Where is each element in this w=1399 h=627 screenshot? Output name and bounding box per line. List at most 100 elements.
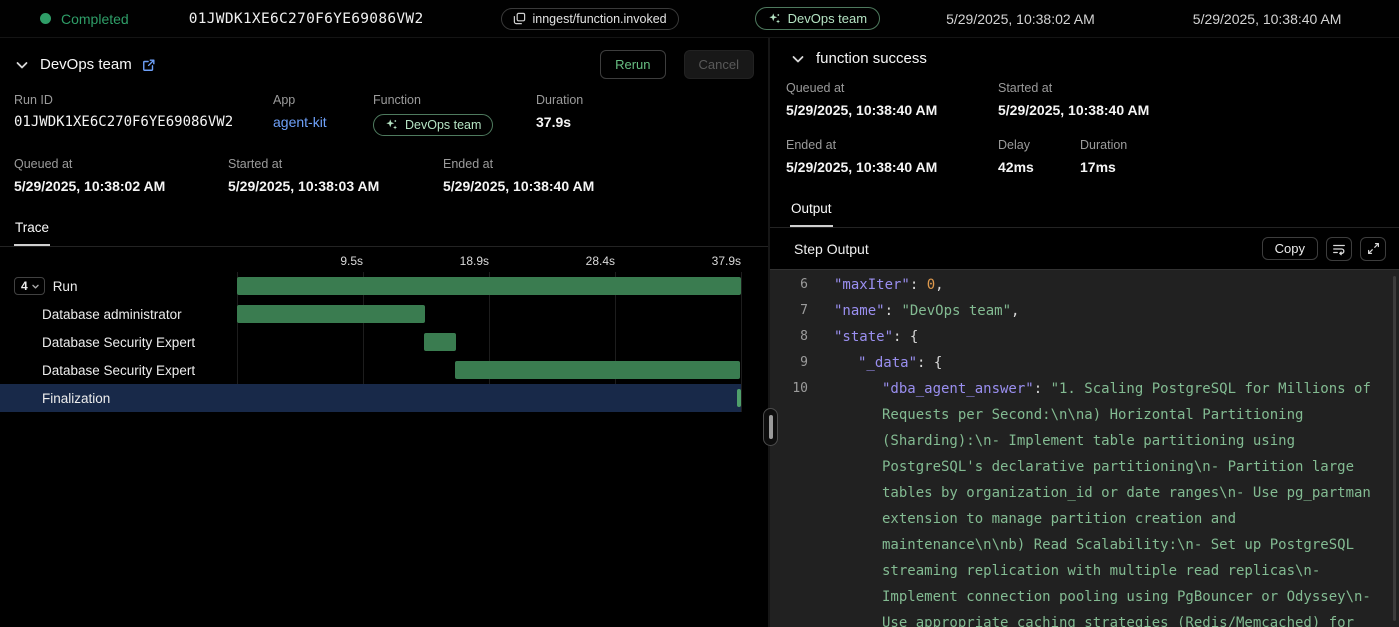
expand-icon[interactable] (1360, 237, 1386, 261)
ended-at-label: Ended at (443, 157, 594, 171)
trace-row-chart (237, 356, 741, 384)
ended-at-field: Ended at 5/29/2025, 10:38:40 AM (443, 157, 594, 194)
code-line: 8 "state": { (770, 324, 1399, 350)
trace-row[interactable]: Database administrator (0, 300, 741, 328)
code-token-p: : { (893, 329, 918, 345)
line-number: 9 (770, 350, 808, 376)
left-tabs: Trace (0, 216, 768, 247)
code-token-p: : (910, 277, 927, 293)
app-field: App agent-kit (273, 93, 373, 137)
trace-row-label: Database Security Expert (42, 363, 195, 378)
sparkles-icon (768, 12, 782, 26)
axis-tick-label: 28.4s (586, 254, 615, 268)
main-split: DevOps team Rerun Cancel Run ID 01JWDK1X… (0, 38, 1399, 627)
step-queued-at-value: 5/29/2025, 10:38:40 AM (786, 102, 998, 118)
code-token-num: 0 (927, 277, 935, 293)
axis-tick-label: 9.5s (340, 254, 363, 268)
queued-at-field: Queued at 5/29/2025, 10:38:02 AM (14, 157, 228, 194)
app-link[interactable]: agent-kit (273, 114, 327, 130)
code-token-p: : { (917, 355, 942, 371)
trace-row-gutter: Database Security Expert (0, 335, 237, 350)
rerun-button[interactable]: Rerun (600, 50, 665, 79)
code-token-key: "dba_agent_answer" (882, 381, 1034, 397)
tab-trace[interactable]: Trace (14, 216, 50, 246)
function-badge-top[interactable]: DevOps team (755, 7, 880, 30)
panel-resize-grip (769, 415, 773, 439)
code-lines: 6"maxIter": 0,7"name": "DevOps team",8"s… (770, 272, 1399, 627)
line-number: 8 (770, 324, 808, 350)
chevron-down-icon[interactable] (14, 57, 30, 73)
function-label: Function (373, 93, 536, 107)
app-label: App (273, 93, 373, 107)
step-ended-at-label: Ended at (786, 138, 998, 152)
cancel-button[interactable]: Cancel (684, 50, 754, 79)
trace-row-label: Run (53, 279, 78, 294)
panel-resize-handle[interactable] (763, 408, 778, 446)
step-output-code[interactable]: 6"maxIter": 0,7"name": "DevOps team",8"s… (770, 269, 1399, 627)
code-line: 6 "maxIter": 0, (770, 272, 1399, 298)
trace-row-label: Database administrator (42, 307, 182, 322)
trace-row-gutter: Database administrator (0, 307, 237, 322)
code-token-key: "state" (834, 329, 893, 345)
line-number: 6 (770, 272, 808, 298)
axis-tick-label: 37.9s (712, 254, 741, 268)
word-wrap-icon[interactable] (1326, 237, 1352, 261)
status-text: Completed (61, 11, 129, 27)
trace-row-chart (237, 300, 741, 328)
code-token-str: "DevOps team" (901, 303, 1011, 319)
trace-row-gutter: Database Security Expert (0, 363, 237, 378)
trace-row[interactable]: Database Security Expert (0, 356, 741, 384)
started-at-value: 5/29/2025, 10:38:03 AM (228, 178, 443, 194)
child-count-badge[interactable]: 4 (14, 277, 45, 295)
trace-row[interactable]: 4 Run (0, 272, 741, 300)
step-output-title: Step Output (794, 241, 869, 257)
function-badge-detail-label: DevOps team (405, 118, 481, 132)
right-panel-header: function success (770, 38, 1399, 77)
run-trace-panel: DevOps team Rerun Cancel Run ID 01JWDK1X… (0, 38, 770, 627)
trace-row[interactable]: Database Security Expert (0, 328, 741, 356)
code-token-p: : (885, 303, 902, 319)
step-detail-panel: function success Queued at 5/29/2025, 10… (770, 38, 1399, 627)
top-run-id: 01JWDK1XE6C270F6YE69086VW2 (189, 11, 424, 27)
trace-span-bar[interactable] (424, 333, 456, 351)
code-token-p: , (935, 277, 943, 293)
started-at-field: Started at 5/29/2025, 10:38:03 AM (228, 157, 443, 194)
trace-span-bar[interactable] (237, 305, 425, 323)
trace-axis: 9.5s 18.9s 28.4s 37.9s (237, 247, 741, 272)
chevron-down-icon[interactable] (790, 51, 806, 67)
trace-row[interactable]: Finalization (0, 384, 741, 412)
top-queued-timestamp: 5/29/2025, 10:38:02 AM (946, 11, 1095, 27)
chevron-down-icon (31, 282, 40, 291)
step-duration-label: Duration (1080, 138, 1127, 152)
step-started-at-label: Started at (998, 81, 1149, 95)
function-field: Function DevOps team (373, 93, 536, 137)
code-token-key: "maxIter" (834, 277, 910, 293)
copy-button[interactable]: Copy (1262, 237, 1318, 260)
trace-span-bar[interactable] (737, 389, 741, 407)
gridline (741, 272, 742, 412)
step-queued-at-label: Queued at (786, 81, 998, 95)
right-panel-title: function success (816, 50, 927, 67)
left-panel-title: DevOps team (40, 56, 132, 73)
axis-tick-label: 18.9s (460, 254, 489, 268)
trace-span-bar[interactable] (237, 277, 741, 295)
step-ended-at-field: Ended at 5/29/2025, 10:38:40 AM (786, 138, 998, 175)
trace-waterfall: 9.5s 18.9s 28.4s 37.9s 4 Run Database adminis… (0, 247, 768, 412)
event-badge[interactable]: inngest/function.invoked (501, 8, 678, 30)
trace-row-label: Finalization (42, 391, 110, 406)
code-content: "_data": { (808, 350, 1399, 376)
step-delay-field: Delay 42ms (998, 138, 1080, 175)
step-started-at-value: 5/29/2025, 10:38:40 AM (998, 102, 1149, 118)
function-badge-detail[interactable]: DevOps team (373, 114, 493, 136)
duration-label: Duration (536, 93, 583, 107)
event-badge-label: inngest/function.invoked (532, 12, 666, 26)
top-bar: Completed 01JWDK1XE6C270F6YE69086VW2 inn… (0, 0, 1399, 38)
code-scrollbar[interactable] (1393, 276, 1396, 621)
trace-span-bar[interactable] (455, 361, 740, 379)
external-link-icon[interactable] (142, 58, 156, 72)
code-content: "dba_agent_answer": "1. Scaling PostgreS… (808, 376, 1399, 627)
trace-row-chart (237, 384, 741, 412)
tab-output[interactable]: Output (790, 197, 833, 227)
ended-at-value: 5/29/2025, 10:38:40 AM (443, 178, 594, 194)
queued-at-label: Queued at (14, 157, 228, 171)
